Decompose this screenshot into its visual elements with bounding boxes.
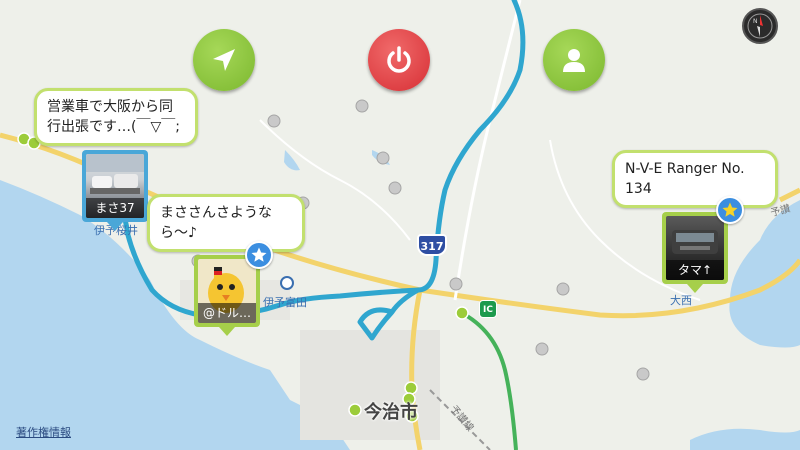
- power-button[interactable]: [368, 29, 430, 91]
- compass-button[interactable]: N: [742, 8, 778, 44]
- station-marker: [280, 276, 294, 290]
- post-message: N-V-E Ranger No. 134: [625, 161, 745, 197]
- user-icon: [563, 49, 585, 72]
- favorite-star[interactable]: [245, 241, 273, 269]
- ic-badge: IC: [479, 300, 497, 318]
- waypoint-dot: [267, 114, 281, 128]
- avatar: タマ↑: [666, 216, 724, 280]
- route-shield: 317: [417, 234, 447, 256]
- waypoint-dot: [449, 277, 463, 291]
- compass-icon: N: [747, 13, 773, 39]
- city-label: 今治市: [364, 402, 418, 423]
- favorite-star[interactable]: [716, 196, 744, 224]
- post-message: まささんさようなら〜♪: [160, 205, 272, 241]
- user-name: @ドル…: [198, 303, 256, 323]
- post-bubble[interactable]: 営業車で大阪から同行出張です…(￣▽￣;: [34, 88, 198, 146]
- checkin-dot: [455, 306, 469, 320]
- waypoint-dot: [535, 342, 549, 356]
- station-label: 大西: [670, 294, 692, 307]
- post-bubble[interactable]: N-V-E Ranger No. 134: [612, 150, 778, 208]
- power-icon: [387, 46, 411, 73]
- waypoint-dot: [388, 181, 402, 195]
- avatar: @ドル…: [198, 259, 256, 323]
- waypoint-dot: [376, 151, 390, 165]
- navigate-button[interactable]: [193, 29, 255, 91]
- waypoint-dot: [355, 99, 369, 113]
- user-pin[interactable]: まさ37: [82, 150, 148, 231]
- checkin-dot: [404, 381, 418, 395]
- copyright-link[interactable]: 著作権情報: [16, 424, 71, 440]
- star-icon: [722, 202, 738, 217]
- svg-text:N: N: [753, 18, 758, 25]
- profile-button[interactable]: [543, 29, 605, 91]
- user-pin[interactable]: タマ↑: [662, 212, 728, 293]
- post-bubble[interactable]: まささんさようなら〜♪: [147, 194, 305, 252]
- avatar: まさ37: [86, 154, 144, 218]
- checkin-dot: [348, 403, 362, 417]
- waypoint-dot: [556, 282, 570, 296]
- user-name: タマ↑: [666, 260, 724, 280]
- navigation-arrow-icon: [213, 49, 235, 71]
- waypoint-dot: [636, 367, 650, 381]
- user-name: まさ37: [86, 198, 144, 218]
- station-label: 伊予富田: [263, 296, 307, 309]
- post-message: 営業車で大阪から同行出張です…(￣▽￣;: [47, 99, 180, 135]
- star-icon: [251, 247, 267, 262]
